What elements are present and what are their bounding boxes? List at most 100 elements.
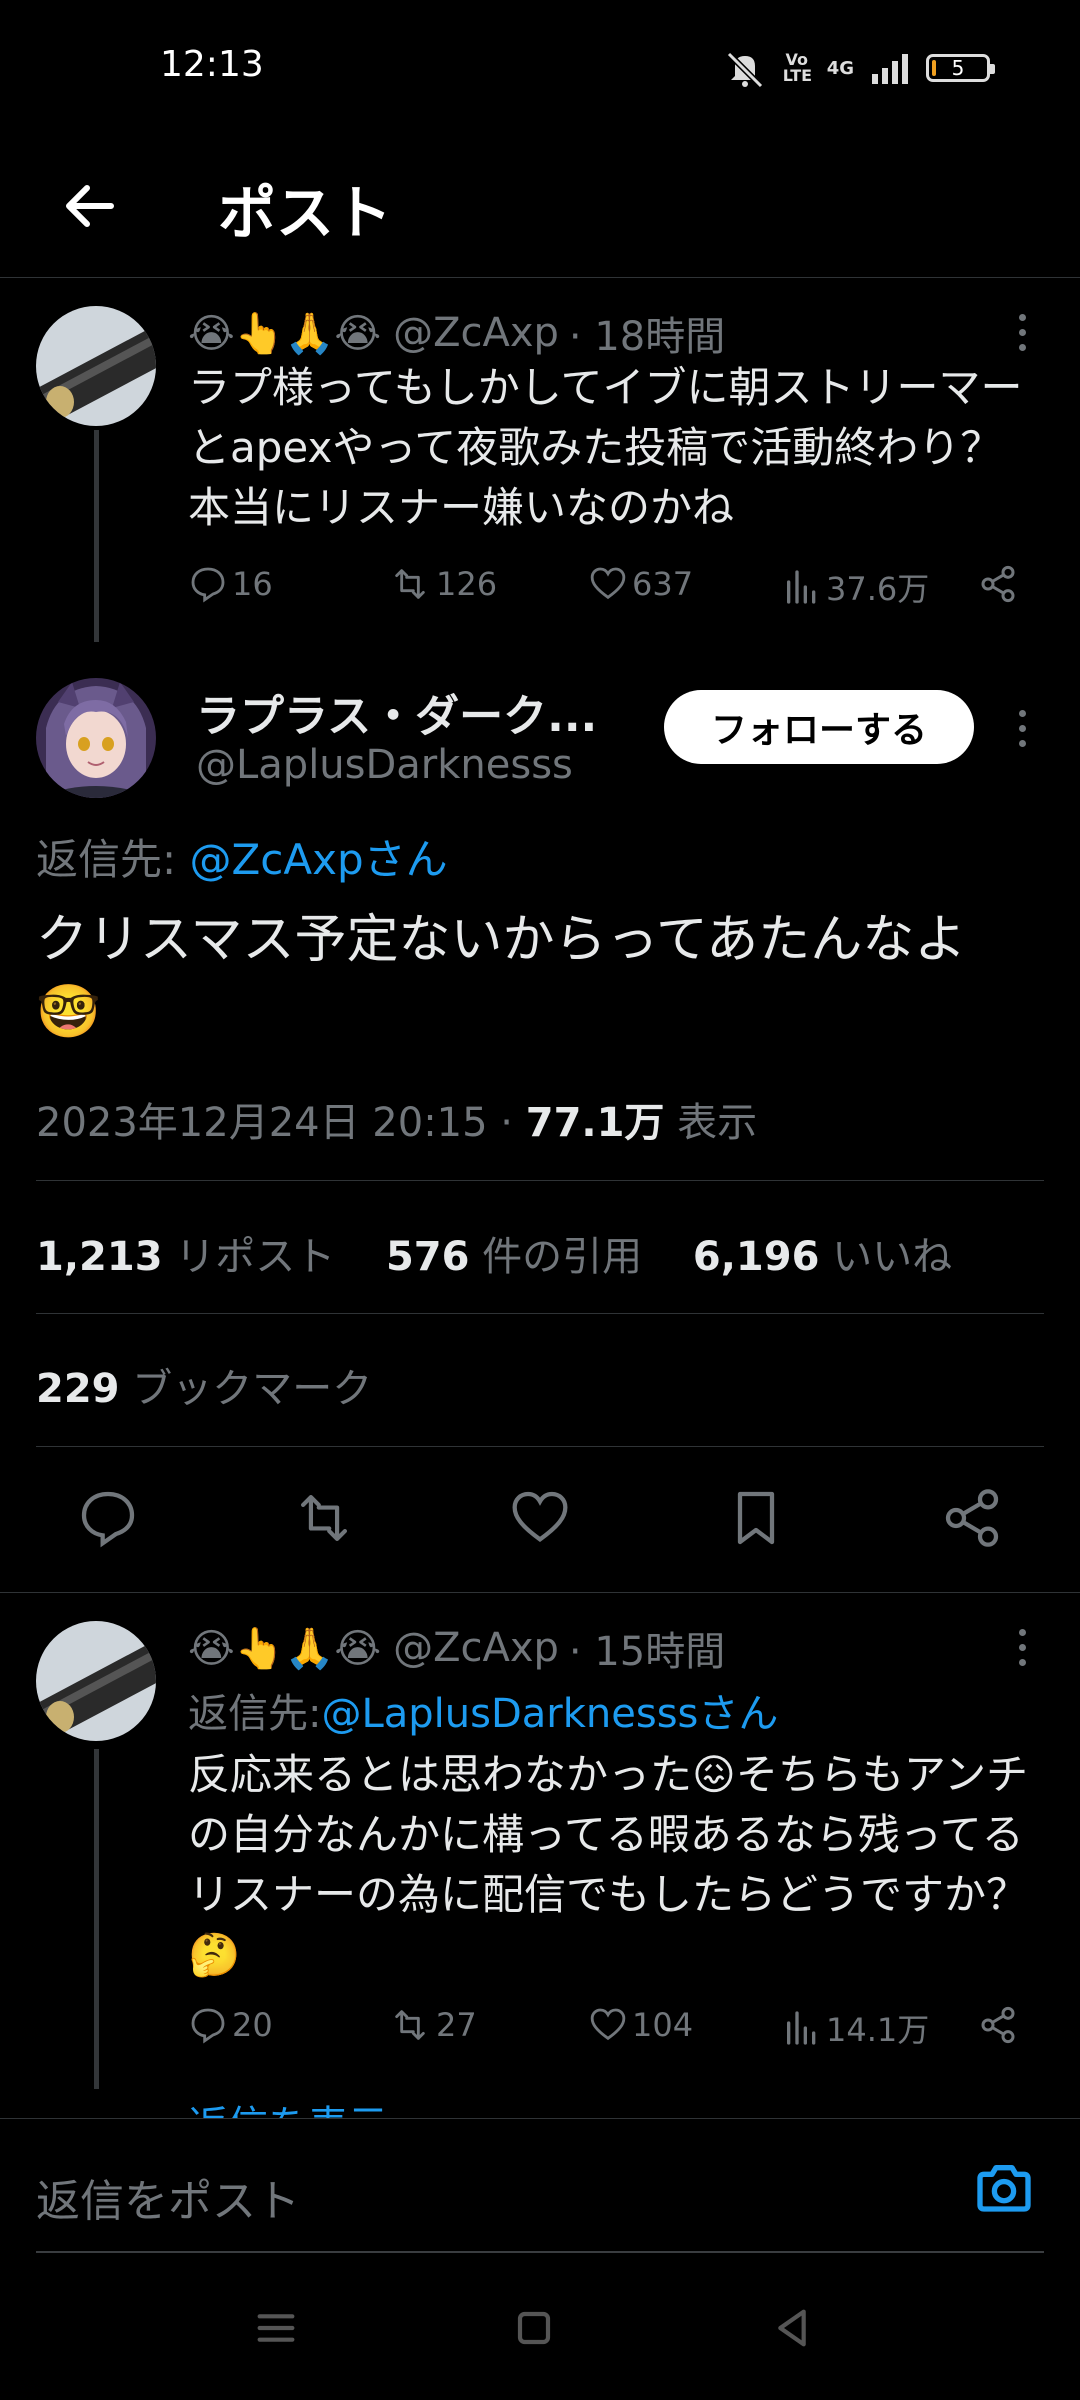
post-text-part1: 反応来るとは思わなかった xyxy=(188,1750,693,1799)
thinking-face-emoji: 🤔 xyxy=(188,1930,241,1979)
share-button[interactable] xyxy=(978,2005,1018,2045)
post-text: ラプ様ってもしかしてイブに朝ストリーマーとapexやって夜歌みた投稿で活動終わり… xyxy=(188,363,1023,532)
reply-to: 返信先: @LaplusDarknesssさん xyxy=(188,1681,778,1739)
camera-button[interactable] xyxy=(972,2157,1036,2221)
status-bar: 12:13 Vo LTE 4G 5 xyxy=(0,0,1080,140)
avatar[interactable] xyxy=(36,306,156,426)
repost-icon xyxy=(395,569,425,599)
bookmarks-stat[interactable]: 229 ブックマーク xyxy=(36,1356,372,1414)
reply-count: 16 xyxy=(232,565,273,603)
triangle-back-icon xyxy=(778,2309,806,2347)
main-post-actions xyxy=(0,1462,1080,1572)
follow-button[interactable]: フォローする xyxy=(664,690,974,764)
more-options-button[interactable] xyxy=(1014,1629,1030,1666)
parent-post[interactable]: 😭👆🙏😭 @ZcAxp · 18時間 ラプ様ってもしかしてイブに朝ストリーマーと… xyxy=(0,278,1080,642)
camera-icon xyxy=(977,2165,1031,2212)
confounded-face-emoji: 😖 xyxy=(692,1750,736,1799)
reposts-stat[interactable]: 1,213 リポスト xyxy=(36,1234,335,1280)
author-handle[interactable]: @LaplusDarknesss xyxy=(196,742,573,788)
views-chart-icon xyxy=(787,2011,816,2045)
reply-button[interactable]: 16 xyxy=(188,564,273,604)
square-icon xyxy=(517,2311,551,2345)
post-header: 😭👆🙏😭 @ZcAxp · 18時間 xyxy=(188,304,725,362)
reply-icon xyxy=(191,567,225,603)
reply-to-link[interactable]: @LaplusDarknesssさん xyxy=(321,1681,778,1739)
home-button[interactable] xyxy=(506,2300,562,2356)
quotes-stat[interactable]: 576 件の引用 xyxy=(386,1234,642,1280)
mute-bell-icon xyxy=(726,51,763,88)
main-avatar[interactable] xyxy=(36,678,156,798)
input-underline xyxy=(36,2251,1044,2253)
reply-post[interactable]: 😭👆🙏😭 @ZcAxp · 15時間 返信先: @LaplusDarknesss… xyxy=(0,1593,1080,2118)
views-count: 77.1万 xyxy=(525,1100,665,1146)
views-chart-icon xyxy=(787,570,816,604)
repost-button[interactable]: 126 xyxy=(388,564,497,604)
reply-icon xyxy=(191,2008,225,2044)
bookmark-icon xyxy=(737,1491,775,1545)
reply-to-link[interactable]: @ZcAxpさん xyxy=(190,835,448,884)
heart-icon xyxy=(590,567,626,600)
volte-icon: Vo LTE xyxy=(782,50,813,85)
bookmark-button[interactable] xyxy=(724,1486,788,1550)
reply-input[interactable]: 返信をポスト xyxy=(36,2165,300,2229)
views-label: 表示 xyxy=(664,1100,758,1146)
name-emojis: 😭👆🙏😭 xyxy=(188,1625,382,1672)
more-options-button[interactable] xyxy=(1014,710,1030,747)
battery-level: 5 xyxy=(951,56,965,80)
status-icons: Vo LTE 4G 5 xyxy=(723,48,995,88)
reply-icon xyxy=(81,1491,135,1548)
post-timestamp: 2023年12月24日 20:15 · 77.1万 表示 xyxy=(36,1090,757,1148)
repost-button[interactable]: 27 xyxy=(388,2005,477,2045)
repost-icon xyxy=(300,1494,348,1542)
share-icon xyxy=(981,2006,1015,2044)
more-options-button[interactable] xyxy=(1014,314,1030,351)
back-nav-button[interactable] xyxy=(764,2300,820,2356)
reply-to-prefix: 返信先: xyxy=(36,835,190,884)
repost-button[interactable] xyxy=(290,1486,354,1550)
heart-icon xyxy=(590,2008,626,2041)
signal-icon xyxy=(872,54,908,84)
status-time: 12:13 xyxy=(160,44,264,85)
share-icon xyxy=(945,1489,999,1547)
like-count: 104 xyxy=(632,2006,694,2044)
back-button[interactable] xyxy=(52,170,124,242)
top-bar: ポスト xyxy=(0,140,1080,278)
post-actions: 20 27 104 14.1万 xyxy=(188,2005,1028,2065)
reply-button[interactable]: 20 xyxy=(188,2005,273,2045)
reply-button[interactable] xyxy=(76,1486,140,1550)
nerd-face-emoji: 🤓 xyxy=(36,982,101,1042)
divider xyxy=(36,1180,1044,1181)
post-time: · 18時間 xyxy=(568,314,726,360)
share-button[interactable] xyxy=(940,1486,1004,1550)
like-count: 637 xyxy=(632,565,694,603)
views-button[interactable]: 14.1万 xyxy=(782,2005,929,2051)
post-text-body: クリスマス予定ないからってあたんなよ xyxy=(36,910,967,970)
reply-to: 返信先: @ZcAxpさん xyxy=(36,826,448,887)
author-handle[interactable]: @ZcAxp xyxy=(393,1625,559,1671)
recent-apps-button[interactable] xyxy=(248,2300,304,2356)
show-replies-link[interactable]: 返信を表示 xyxy=(188,2093,388,2118)
post-header: 😭👆🙏😭 @ZcAxp · 15時間 xyxy=(188,1619,725,1677)
share-button[interactable] xyxy=(978,564,1018,604)
timestamp-text: 2023年12月24日 20:15 · xyxy=(36,1100,526,1146)
author-handle[interactable]: @ZcAxp xyxy=(393,310,559,356)
views-button[interactable]: 37.6万 xyxy=(782,564,929,610)
thread-line xyxy=(94,430,99,642)
post-time: · 15時間 xyxy=(568,1629,726,1675)
repost-icon xyxy=(395,2010,425,2040)
repost-count: 126 xyxy=(436,565,498,603)
like-button[interactable] xyxy=(508,1486,572,1550)
system-nav-bar xyxy=(0,2256,1080,2400)
like-button[interactable]: 104 xyxy=(588,2005,693,2045)
author-display-name[interactable]: ラプラス・ダーク... xyxy=(196,680,597,744)
divider xyxy=(36,1313,1044,1314)
arrow-left-icon xyxy=(66,185,114,227)
avatar[interactable] xyxy=(36,1621,156,1741)
name-emojis: 😭👆🙏😭 xyxy=(188,310,382,357)
like-button[interactable]: 637 xyxy=(588,564,693,604)
views-count: 14.1万 xyxy=(826,2011,930,2049)
divider xyxy=(36,1446,1044,1447)
heart-icon xyxy=(512,1491,568,1542)
network-label: 4G xyxy=(826,57,854,79)
likes-stat[interactable]: 6,196 いいね xyxy=(693,1234,952,1280)
